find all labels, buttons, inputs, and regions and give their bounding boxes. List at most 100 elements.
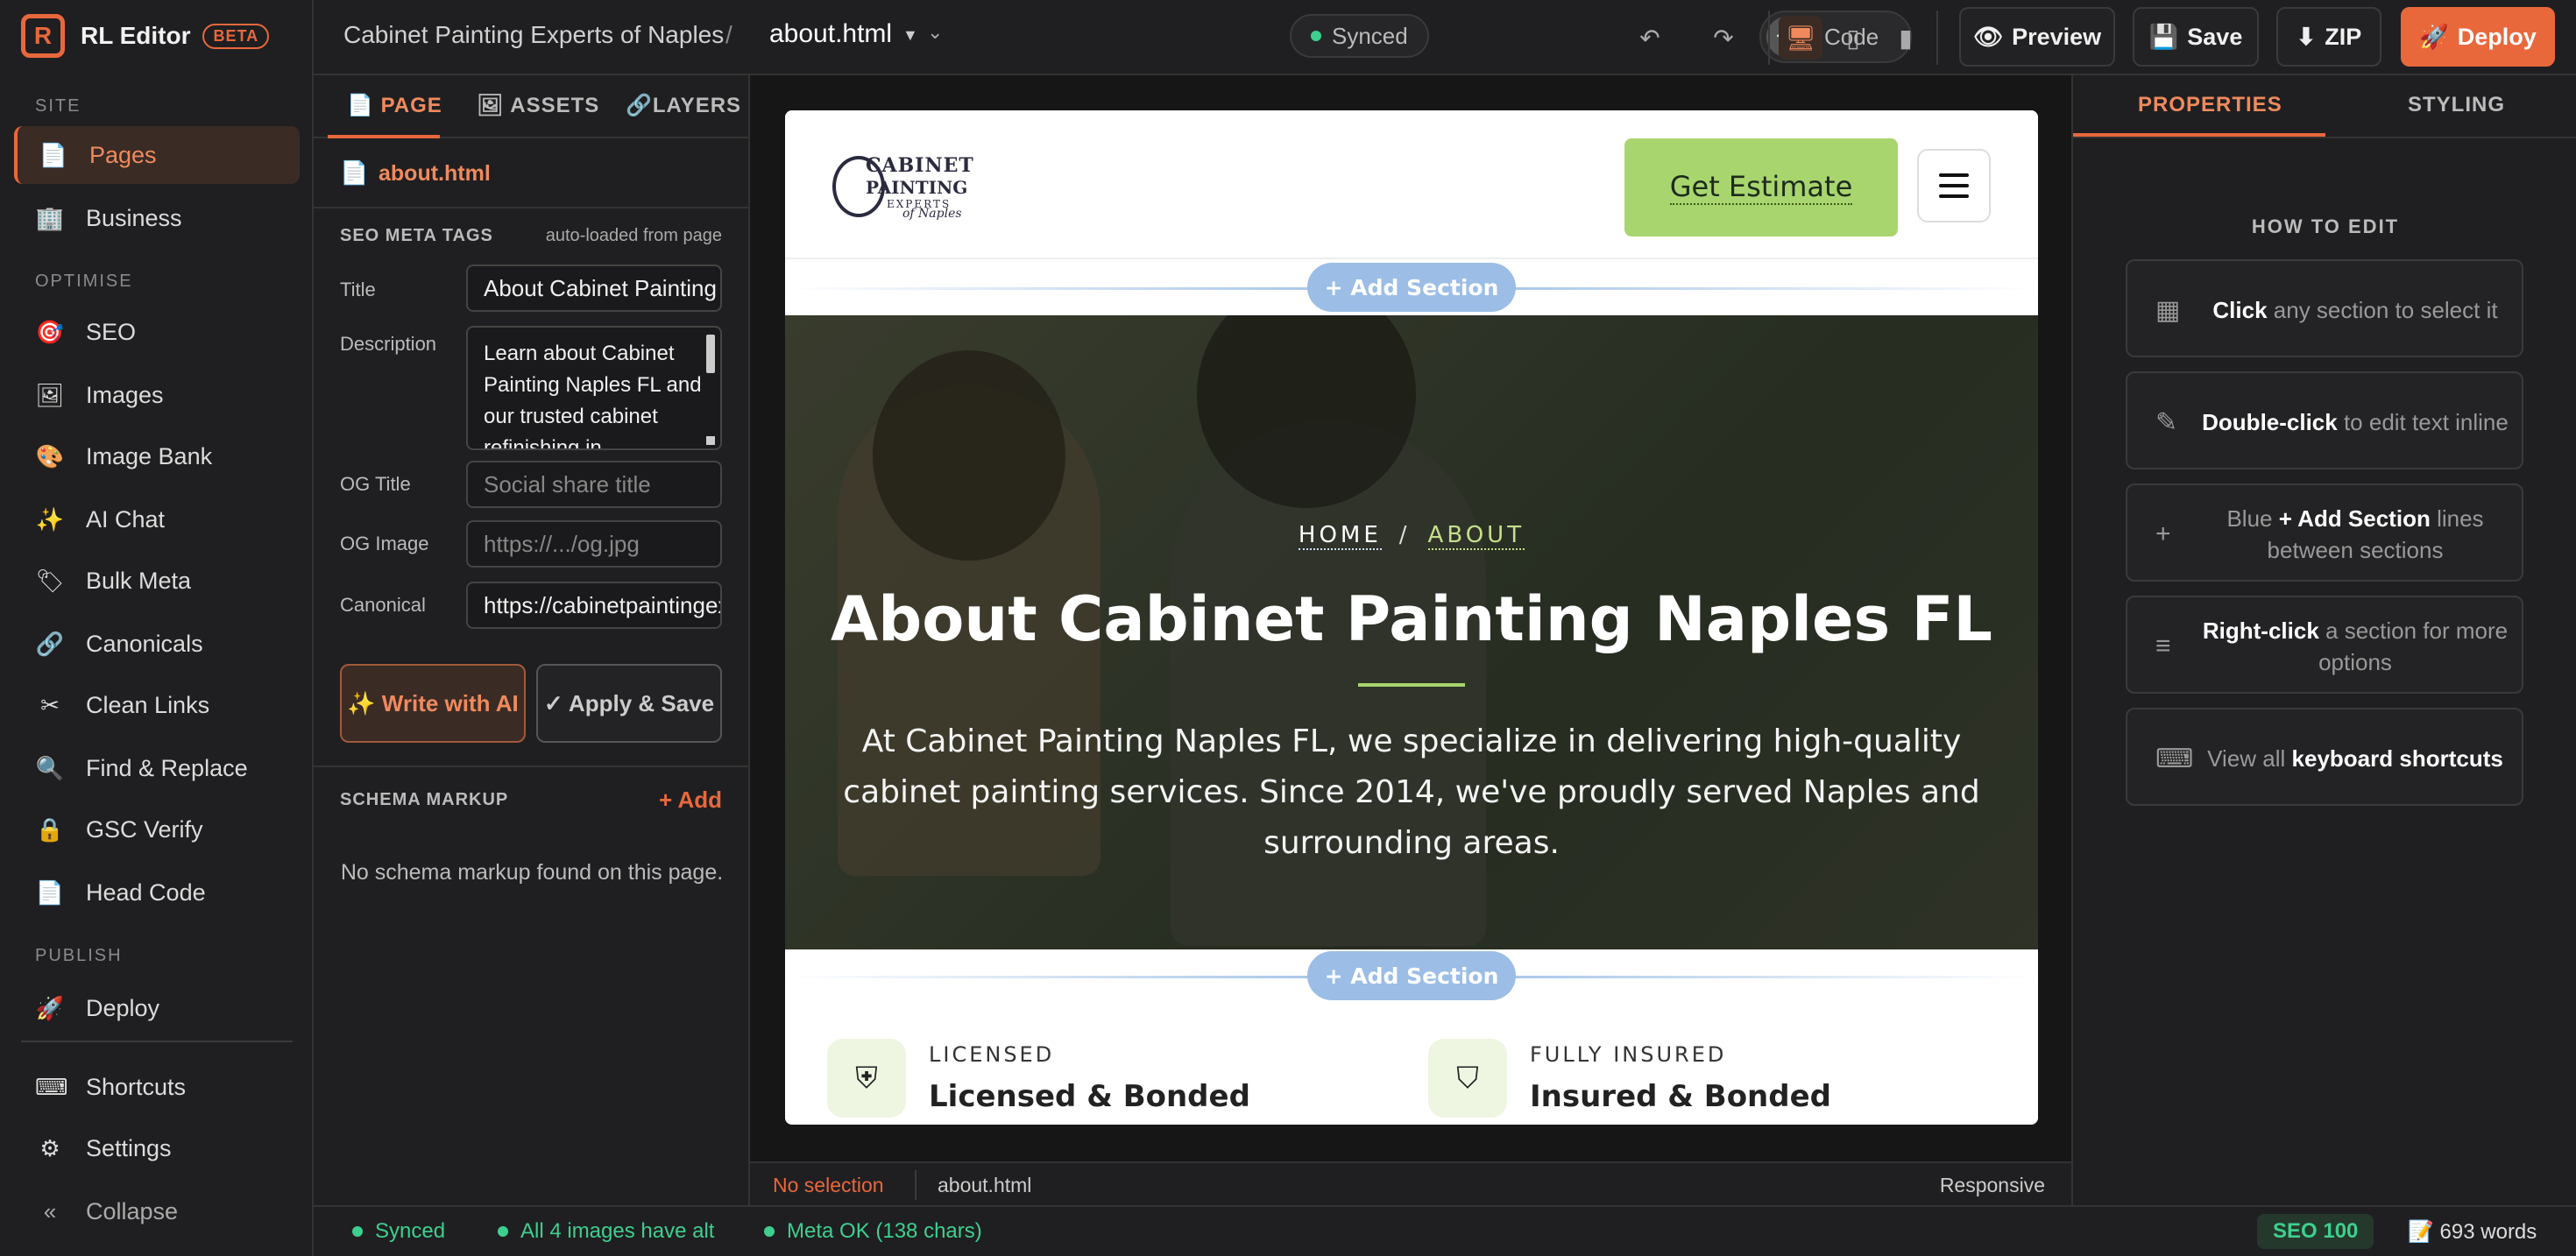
feature-label: LICENSED [929, 1042, 1055, 1067]
logo-line-1: CABINET [866, 154, 974, 177]
caret-down-icon[interactable]: ▼ [902, 26, 918, 45]
breadcrumb-separator: / [725, 21, 732, 48]
undo-icon: ↶ [1639, 24, 1660, 52]
breadcrumb-about-link[interactable]: ABOUT [1427, 522, 1525, 550]
deploy-button[interactable]: 🚀 Deploy [2401, 7, 2555, 67]
sidebar-item-image-bank[interactable]: 🎨 Image Bank [14, 427, 300, 485]
canonical-label: Canonical [340, 594, 426, 616]
tip-text: View all keyboard shortcuts [2197, 709, 2513, 808]
editor-app: R RL Editor BETA SITE 📄 Pages 🏢 Business O… [0, 0, 2576, 1256]
section-label-optimise: OPTIMISE [35, 272, 133, 291]
sidebar-item-label: Pages [89, 141, 157, 168]
tab-page[interactable]: 📄 PAGE [347, 93, 442, 118]
schema-empty-message: No schema markup found on this page. [340, 860, 724, 885]
title-field[interactable]: About Cabinet Painting Naples FL [466, 265, 722, 312]
sidebar-item-bulk-meta[interactable]: 🏷 Bulk Meta [14, 552, 300, 610]
current-file-selector[interactable]: about.html [769, 19, 892, 49]
mobile-icon: ▮ [1899, 24, 1913, 52]
sidebar-item-business[interactable]: 🏢 Business [14, 189, 300, 247]
sidebar-item-clean-links[interactable]: ✂ Clean Links [14, 676, 300, 734]
sidebar-item-label: Collapse [86, 1197, 179, 1224]
zip-button[interactable]: ⬇ ZIP [2276, 7, 2381, 67]
sidebar-item-seo[interactable]: 🎯 SEO [14, 303, 300, 361]
tip-bold: + Add Section [2278, 505, 2431, 532]
tab-assets[interactable]: 🖼 ASSETS [477, 93, 599, 118]
og-title-field[interactable]: Social share title [466, 461, 722, 508]
save-button[interactable]: 💾 Save [2133, 7, 2259, 67]
seo-score-badge[interactable]: SEO 100 [2257, 1214, 2374, 1249]
chevron-down-icon[interactable]: ⌄ [927, 21, 943, 44]
sidebar-item-gsc-verify[interactable]: 🔒 GSC Verify [14, 801, 300, 858]
write-with-ai-button[interactable]: ✨ Write with AI [340, 664, 526, 743]
sidebar-item-label: AI Chat [86, 505, 166, 533]
add-schema-button[interactable]: + Add [659, 787, 722, 814]
redo-icon: ↷ [1713, 24, 1734, 52]
tab-properties[interactable]: PROPERTIES [2138, 93, 2282, 117]
features-section[interactable]: ⛨ LICENSED Licensed & Bonded ⛉ FULLY INS… [785, 1004, 2038, 1125]
sidebar-item-head-code[interactable]: 📄 Head Code [14, 864, 300, 921]
feature-title: Licensed & Bonded [929, 1079, 1250, 1114]
hero-section[interactable]: HOME / ABOUT About Cabinet Painting Naples… [785, 315, 2038, 949]
app-logo[interactable]: R RL Editor BETA [21, 14, 270, 58]
undo-button[interactable]: ↶ [1628, 16, 1672, 60]
og-title-label: OG Title [340, 473, 411, 495]
tab-label: ASSETS [510, 94, 600, 117]
status-dot-icon [498, 1226, 508, 1237]
add-section-button[interactable]: + Add Section [1307, 263, 1516, 312]
tab-layers[interactable]: 🔗LAYERS [626, 93, 741, 118]
current-page-row[interactable]: 📄 about.html [314, 138, 750, 208]
palette-icon: 🎨 [35, 442, 65, 469]
mobile-view-button[interactable]: ▮ [1884, 16, 1928, 60]
sidebar-collapse-button[interactable]: « Collapse [14, 1182, 300, 1240]
sync-status-label: Synced [1332, 22, 1408, 49]
keyboard-icon: ⌨ [2155, 744, 2194, 773]
hamburger-menu-button[interactable] [1917, 149, 1991, 222]
page-icon: 📄 [39, 141, 68, 168]
redo-button[interactable]: ↷ [1702, 16, 1745, 60]
sidebar-item-find-replace[interactable]: 🔍 Find & Replace [14, 739, 300, 797]
sidebar-item-pages[interactable]: 📄 Pages [14, 126, 300, 184]
description-field[interactable]: Learn about Cabinet Painting Naples FL a… [466, 326, 722, 450]
tip-text: Click any section to select it [2197, 261, 2513, 359]
add-section-divider: + Add Section [785, 949, 2038, 1004]
resize-handle[interactable] [706, 436, 715, 445]
tip-right-click: ≡ Right-click a section for more options [2126, 596, 2523, 694]
scrollbar-thumb[interactable] [706, 335, 715, 373]
add-section-button[interactable]: + Add Section [1307, 951, 1516, 1000]
sidebar-item-shortcuts[interactable]: ⌨ Shortcuts [14, 1058, 300, 1116]
word-count: 📝 693 words [2408, 1220, 2537, 1244]
site-header-section[interactable]: CABINET PAINTING EXPERTS of Naples Get E… [785, 110, 2038, 259]
tip-text: Right-click a section for more options [2197, 597, 2513, 695]
page-icon: 📄 [35, 878, 65, 906]
section-label-site: SITE [35, 96, 81, 116]
sidebar-item-canonicals[interactable]: 🔗 Canonicals [14, 615, 300, 673]
sidebar-item-images[interactable]: 🖼 Images [14, 366, 300, 424]
breadcrumb-home-link[interactable]: HOME [1298, 522, 1382, 550]
sidebar-item-ai-chat[interactable]: ✨ AI Chat [14, 490, 300, 548]
sidebar-item-settings[interactable]: ⚙ Settings [14, 1119, 300, 1177]
page-preview-frame[interactable]: CABINET PAINTING EXPERTS of Naples Get E… [785, 110, 2038, 1125]
toolbar-divider [1936, 11, 1938, 65]
desktop-view-button[interactable]: 🖥 [1779, 16, 1822, 60]
seo-meta-note: auto-loaded from page [545, 226, 722, 245]
get-estimate-button[interactable]: Get Estimate [1624, 138, 1898, 236]
apply-save-button[interactable]: ✓ Apply & Save [536, 664, 722, 743]
tab-styling[interactable]: STYLING [2408, 93, 2505, 117]
tip-rest: to edit text inline [2337, 409, 2509, 435]
tip-click: ▦ Click any section to select it [2126, 259, 2523, 357]
title-label: Title [340, 279, 376, 300]
canonical-field[interactable]: https://cabinetpaintingexpertsofnaples.c… [466, 582, 722, 629]
grid-icon: ▦ [2155, 295, 2181, 325]
tablet-view-button[interactable]: ▯ [1831, 16, 1875, 60]
logo-line-2: PAINTING [866, 177, 968, 198]
sidebar-item-deploy[interactable]: 🚀 Deploy [14, 979, 300, 1037]
company-logo[interactable]: CABINET PAINTING EXPERTS of Naples [832, 151, 990, 222]
target-icon: 🎯 [35, 318, 65, 345]
tip-pre: Blue [2226, 505, 2279, 532]
sidebar-item-label: SEO [86, 318, 137, 345]
preview-button[interactable]: 👁 Preview [1959, 7, 2115, 67]
current-page-name: about.html [379, 161, 491, 186]
breadcrumb-site[interactable]: Cabinet Painting Experts of Naples [343, 21, 724, 49]
tip-keyboard-shortcuts[interactable]: ⌨ View all keyboard shortcuts [2126, 708, 2523, 806]
og-image-field[interactable]: https://.../og.jpg [466, 520, 722, 568]
